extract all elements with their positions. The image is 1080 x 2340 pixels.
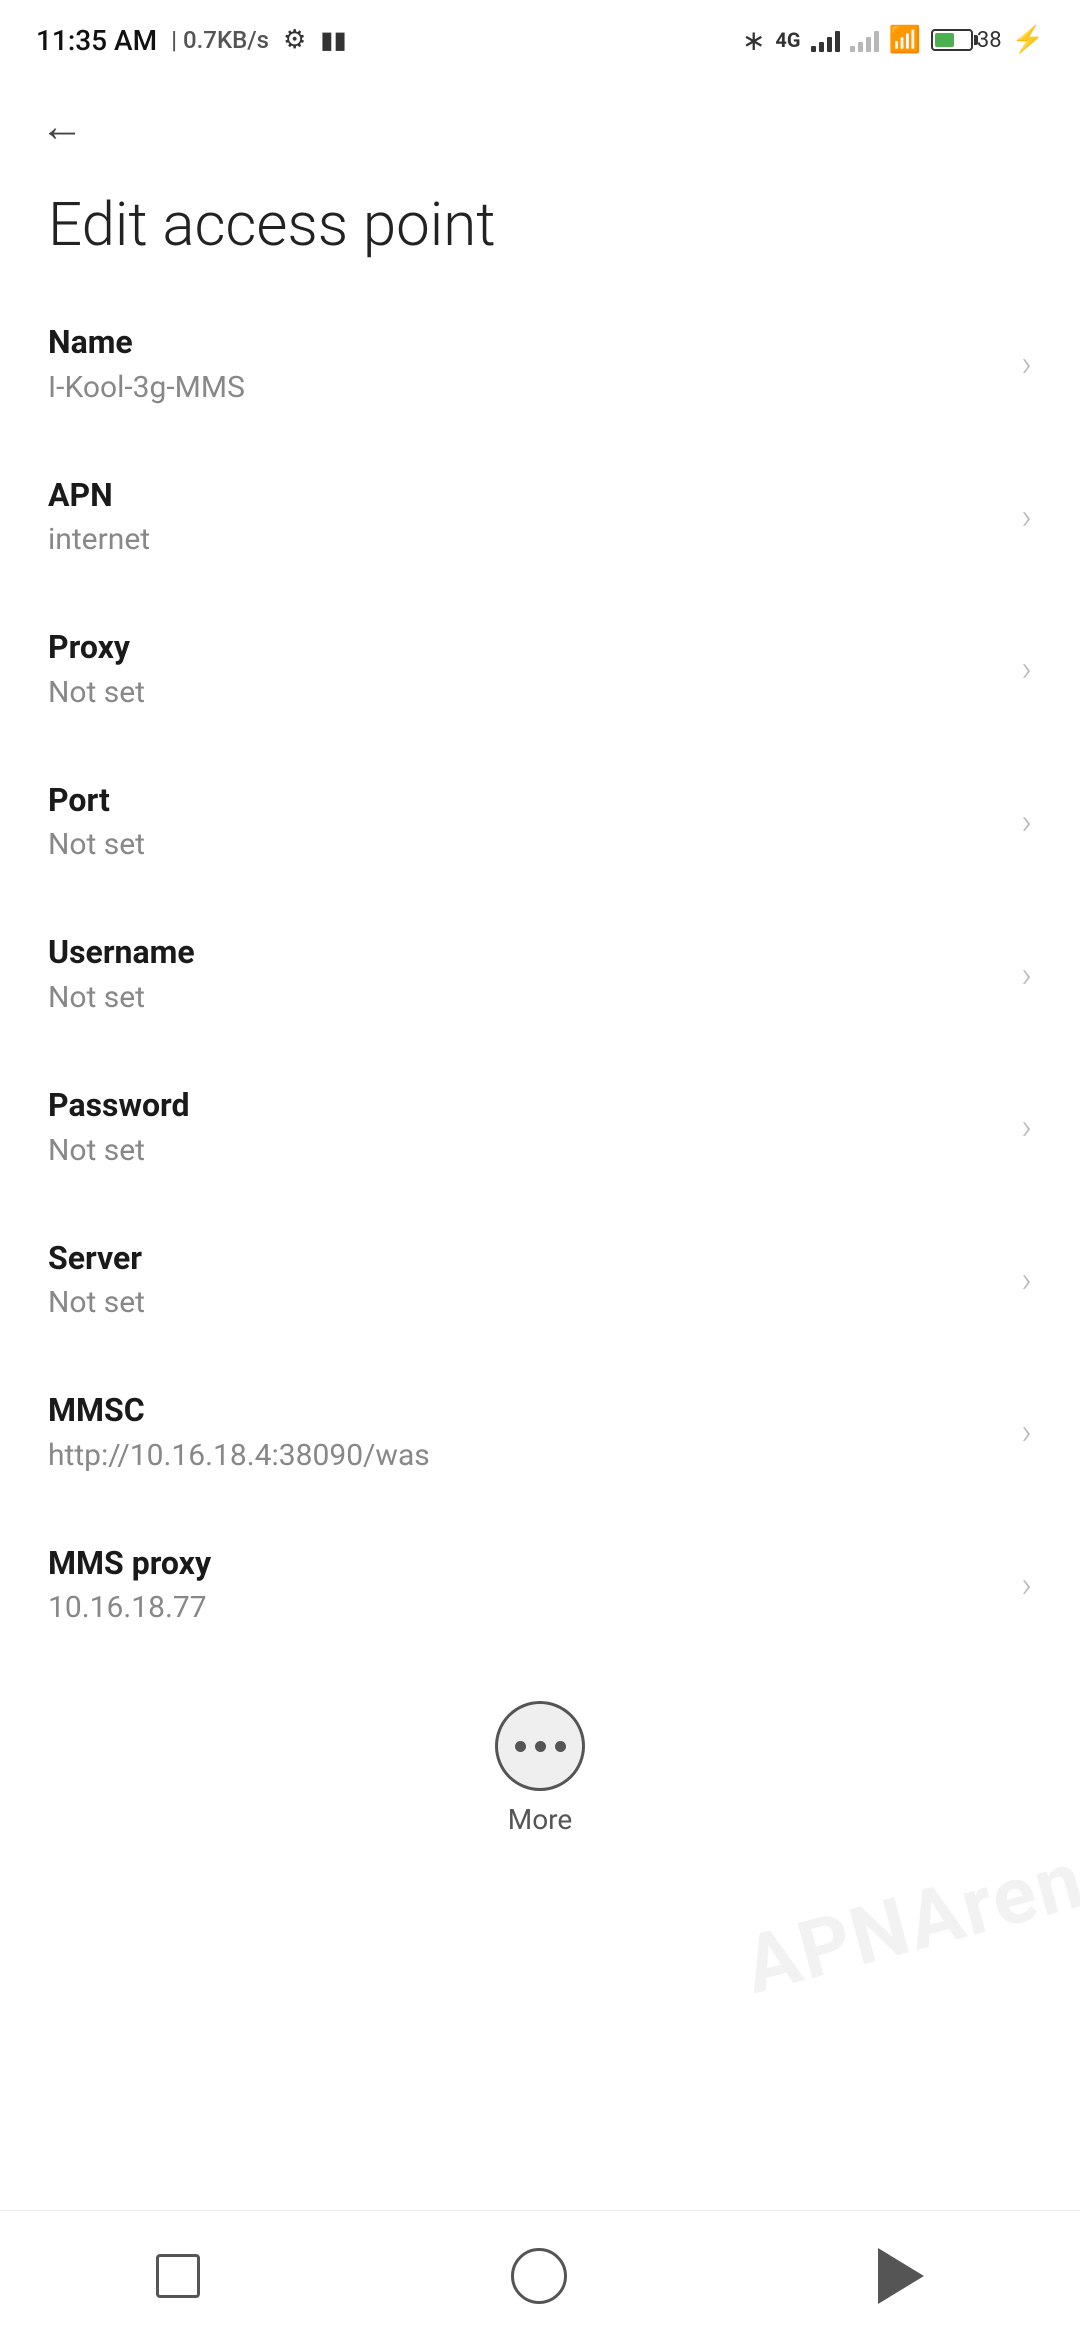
- chevron-proxy-icon: ›: [1021, 648, 1032, 690]
- home-icon: [511, 2248, 567, 2304]
- settings-status-icon: ⚙: [283, 25, 306, 55]
- more-dots: [515, 1741, 566, 1752]
- settings-item-username-content: Username Not set: [48, 932, 1001, 1017]
- chevron-username-icon: ›: [1021, 954, 1032, 996]
- more-button[interactable]: [495, 1701, 585, 1791]
- status-right: ∗ 4G 📶 38 ⚡: [742, 24, 1044, 57]
- settings-item-mmsc-label: MMSC: [48, 1390, 1001, 1432]
- settings-list: Name I-Kool-3g-MMS › APN internet › Prox…: [0, 288, 1080, 1661]
- settings-item-apn[interactable]: APN internet ›: [0, 441, 1080, 594]
- settings-item-server-value: Not set: [48, 1283, 1001, 1322]
- settings-item-mms-proxy-value: 10.16.18.77: [48, 1588, 1001, 1627]
- chevron-apn-icon: ›: [1021, 496, 1032, 538]
- signal-bars-secondary: [850, 28, 879, 52]
- settings-item-mmsc-value: http://10.16.18.4:38090/was: [48, 1436, 1001, 1475]
- chevron-password-icon: ›: [1021, 1106, 1032, 1148]
- settings-item-port-value: Not set: [48, 825, 1001, 864]
- settings-item-proxy-value: Not set: [48, 673, 1001, 712]
- back-nav-button[interactable]: [858, 2228, 944, 2324]
- bluetooth-icon: ∗: [742, 24, 765, 57]
- status-left: 11:35 AM | 0.7KB/s ⚙ ▮▮: [36, 24, 347, 57]
- recent-apps-button[interactable]: [136, 2234, 220, 2318]
- settings-item-server-label: Server: [48, 1238, 1001, 1280]
- settings-item-password-label: Password: [48, 1085, 1001, 1127]
- settings-item-password[interactable]: Password Not set ›: [0, 1051, 1080, 1204]
- chevron-port-icon: ›: [1021, 801, 1032, 843]
- settings-item-apn-content: APN internet: [48, 475, 1001, 560]
- settings-item-mms-proxy[interactable]: MMS proxy 10.16.18.77 ›: [0, 1509, 1080, 1662]
- settings-item-proxy[interactable]: Proxy Not set ›: [0, 593, 1080, 746]
- wifi-icon: 📶: [889, 25, 921, 55]
- settings-item-port-content: Port Not set: [48, 780, 1001, 865]
- settings-item-port-label: Port: [48, 780, 1001, 822]
- settings-item-name-value: I-Kool-3g-MMS: [48, 368, 1001, 407]
- settings-item-password-content: Password Not set: [48, 1085, 1001, 1170]
- settings-item-proxy-content: Proxy Not set: [48, 627, 1001, 712]
- dot-3: [555, 1741, 566, 1752]
- page-title: Edit access point: [0, 162, 1080, 288]
- chevron-name-icon: ›: [1021, 343, 1032, 385]
- charging-icon: ⚡: [1012, 25, 1044, 55]
- toolbar: ←: [0, 72, 1080, 162]
- back-nav-icon: [878, 2248, 924, 2304]
- recent-apps-icon: [156, 2254, 200, 2298]
- more-label: More: [508, 1803, 573, 1836]
- settings-item-proxy-label: Proxy: [48, 627, 1001, 669]
- speed-display: | 0.7KB/s: [171, 26, 269, 54]
- video-status-icon: ▮▮: [320, 26, 346, 54]
- settings-item-username-value: Not set: [48, 978, 1001, 1017]
- settings-item-server[interactable]: Server Not set ›: [0, 1204, 1080, 1357]
- settings-item-username[interactable]: Username Not set ›: [0, 898, 1080, 1051]
- network-4g-icon: 4G: [775, 28, 800, 52]
- settings-item-mms-proxy-content: MMS proxy 10.16.18.77: [48, 1543, 1001, 1628]
- dot-2: [535, 1741, 546, 1752]
- time-display: 11:35 AM: [36, 24, 157, 57]
- more-button-area: More: [0, 1661, 1080, 1866]
- settings-item-mmsc[interactable]: MMSC http://10.16.18.4:38090/was ›: [0, 1356, 1080, 1509]
- settings-item-apn-label: APN: [48, 475, 1001, 517]
- dot-1: [515, 1741, 526, 1752]
- settings-item-mms-proxy-label: MMS proxy: [48, 1543, 1001, 1585]
- status-bar: 11:35 AM | 0.7KB/s ⚙ ▮▮ ∗ 4G 📶 38 ⚡: [0, 0, 1080, 72]
- nav-bar: [0, 2210, 1080, 2340]
- settings-item-apn-value: internet: [48, 520, 1001, 559]
- settings-item-name-content: Name I-Kool-3g-MMS: [48, 322, 1001, 407]
- chevron-mmsc-icon: ›: [1021, 1411, 1032, 1453]
- settings-item-password-value: Not set: [48, 1131, 1001, 1170]
- settings-item-mmsc-content: MMSC http://10.16.18.4:38090/was: [48, 1390, 1001, 1475]
- signal-bars-primary: [811, 28, 840, 52]
- back-button[interactable]: ←: [40, 102, 84, 152]
- chevron-mms-proxy-icon: ›: [1021, 1564, 1032, 1606]
- battery-indicator: 38: [931, 28, 1002, 53]
- settings-item-name[interactable]: Name I-Kool-3g-MMS ›: [0, 288, 1080, 441]
- settings-item-server-content: Server Not set: [48, 1238, 1001, 1323]
- settings-item-username-label: Username: [48, 932, 1001, 974]
- home-button[interactable]: [491, 2228, 587, 2324]
- settings-item-port[interactable]: Port Not set ›: [0, 746, 1080, 899]
- settings-item-name-label: Name: [48, 322, 1001, 364]
- chevron-server-icon: ›: [1021, 1259, 1032, 1301]
